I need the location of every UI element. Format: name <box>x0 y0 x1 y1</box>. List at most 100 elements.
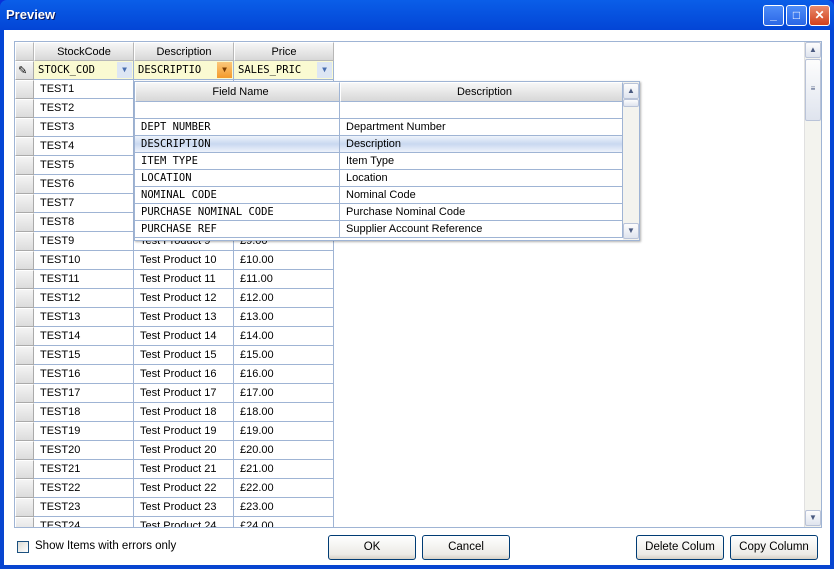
scroll-up-icon[interactable]: ▲ <box>623 83 639 99</box>
dropdown-option[interactable]: Nominal Code <box>340 187 623 204</box>
grid-cell[interactable]: TEST3 <box>34 118 134 137</box>
grid-cell[interactable]: TEST6 <box>34 175 134 194</box>
row-selector[interactable] <box>15 498 34 517</box>
grid-cell[interactable]: Test Product 17 <box>134 384 234 403</box>
row-selector[interactable] <box>15 403 34 422</box>
grid-cell[interactable]: TEST21 <box>34 460 134 479</box>
grid-cell[interactable]: £16.00 <box>234 365 334 384</box>
dropdown-option[interactable]: Item Type <box>340 153 623 170</box>
row-selector[interactable] <box>15 365 34 384</box>
vertical-scrollbar[interactable]: ▲ ≡ ▼ <box>804 42 821 527</box>
row-selector[interactable] <box>15 213 34 232</box>
column-mapping-select[interactable]: SALES_PRIC ▼ <box>234 61 334 80</box>
grid-cell[interactable]: £10.00 <box>234 251 334 270</box>
grid-cell[interactable]: Test Product 14 <box>134 327 234 346</box>
dropdown-option[interactable]: Location <box>340 170 623 187</box>
grid-cell[interactable]: TEST24 <box>34 517 134 527</box>
row-selector[interactable] <box>15 327 34 346</box>
row-selector[interactable] <box>15 479 34 498</box>
grid-cell[interactable]: £21.00 <box>234 460 334 479</box>
grid-cell[interactable]: £11.00 <box>234 270 334 289</box>
row-selector[interactable] <box>15 346 34 365</box>
grid-cell[interactable]: Test Product 15 <box>134 346 234 365</box>
cancel-button[interactable]: Cancel <box>422 535 510 560</box>
grid-cell[interactable]: TEST2 <box>34 99 134 118</box>
row-selector[interactable] <box>15 80 34 99</box>
grid-cell[interactable]: £15.00 <box>234 346 334 365</box>
ok-button[interactable]: OK <box>328 535 416 560</box>
dropdown-option[interactable] <box>135 102 340 119</box>
delete-column-button[interactable]: Delete Colum <box>636 535 724 560</box>
dropdown-option[interactable]: NOMINAL CODE <box>135 187 340 204</box>
row-selector[interactable] <box>15 175 34 194</box>
dropdown-arrow-icon[interactable]: ▼ <box>117 62 132 78</box>
dropdown-option[interactable]: Purchase Nominal Code <box>340 204 623 221</box>
dropdown-option[interactable]: DESCRIPTION <box>135 136 340 153</box>
dropdown-option[interactable]: Department Number <box>340 119 623 136</box>
copy-column-button[interactable]: Copy Column <box>730 535 818 560</box>
column-mapping-select[interactable]: STOCK_COD ▼ <box>34 61 134 80</box>
grid-cell[interactable]: £23.00 <box>234 498 334 517</box>
row-selector[interactable] <box>15 460 34 479</box>
grid-cell[interactable]: £24.00 <box>234 517 334 527</box>
minimize-button[interactable]: _ <box>763 5 784 26</box>
grid-cell[interactable]: Test Product 18 <box>134 403 234 422</box>
grid-cell[interactable]: £20.00 <box>234 441 334 460</box>
grid-cell[interactable]: TEST11 <box>34 270 134 289</box>
grid-cell[interactable]: Test Product 24 <box>134 517 234 527</box>
grid-cell[interactable]: TEST1 <box>34 80 134 99</box>
column-header-stockcode[interactable]: StockCode <box>34 42 134 61</box>
grid-cell[interactable]: Test Product 23 <box>134 498 234 517</box>
grid-cell[interactable]: TEST18 <box>34 403 134 422</box>
dropdown-arrow-icon[interactable]: ▼ <box>317 62 332 78</box>
grid-cell[interactable]: TEST5 <box>34 156 134 175</box>
grid-cell[interactable]: TEST13 <box>34 308 134 327</box>
dropdown-option[interactable]: PURCHASE REF <box>135 221 340 238</box>
row-selector[interactable] <box>15 251 34 270</box>
dropdown-arrow-icon[interactable]: ▼ <box>217 62 232 78</box>
grid-cell[interactable]: Test Product 13 <box>134 308 234 327</box>
grid-cell[interactable]: Test Product 21 <box>134 460 234 479</box>
errors-only-checkbox[interactable] <box>17 541 29 553</box>
grid-cell[interactable]: TEST4 <box>34 137 134 156</box>
scroll-thumb[interactable] <box>623 99 639 107</box>
grid-cell[interactable]: TEST12 <box>34 289 134 308</box>
grid-cell[interactable]: TEST20 <box>34 441 134 460</box>
scroll-thumb[interactable]: ≡ <box>805 59 821 121</box>
grid-cell[interactable]: £14.00 <box>234 327 334 346</box>
grid-cell[interactable]: TEST17 <box>34 384 134 403</box>
row-selector[interactable] <box>15 99 34 118</box>
row-selector[interactable] <box>15 118 34 137</box>
grid-cell[interactable]: Test Product 22 <box>134 479 234 498</box>
grid-cell[interactable]: TEST8 <box>34 213 134 232</box>
row-selector[interactable] <box>15 194 34 213</box>
grid-cell[interactable]: TEST16 <box>34 365 134 384</box>
scroll-down-icon[interactable]: ▼ <box>623 223 639 239</box>
grid-cell[interactable]: Test Product 19 <box>134 422 234 441</box>
grid-cell[interactable]: TEST7 <box>34 194 134 213</box>
grid-cell[interactable]: Test Product 20 <box>134 441 234 460</box>
grid-cell[interactable]: £18.00 <box>234 403 334 422</box>
row-selector[interactable] <box>15 270 34 289</box>
grid-cell[interactable]: £19.00 <box>234 422 334 441</box>
scroll-down-icon[interactable]: ▼ <box>805 510 821 526</box>
grid-cell[interactable]: TEST22 <box>34 479 134 498</box>
grid-cell[interactable]: Test Product 10 <box>134 251 234 270</box>
scroll-up-icon[interactable]: ▲ <box>805 42 821 58</box>
dropdown-option[interactable]: LOCATION <box>135 170 340 187</box>
dropdown-scrollbar[interactable]: ▲ ▼ <box>623 82 639 240</box>
dropdown-option[interactable]: Supplier Account Reference <box>340 221 623 238</box>
grid-cell[interactable]: £13.00 <box>234 308 334 327</box>
grid-cell[interactable]: TEST23 <box>34 498 134 517</box>
row-selector[interactable] <box>15 289 34 308</box>
column-header-price[interactable]: Price <box>234 42 334 61</box>
row-selector[interactable] <box>15 308 34 327</box>
grid-cell[interactable]: £17.00 <box>234 384 334 403</box>
column-header-description[interactable]: Description <box>134 42 234 61</box>
row-selector[interactable] <box>15 441 34 460</box>
dropdown-option[interactable]: ITEM TYPE <box>135 153 340 170</box>
column-mapping-select[interactable]: DESCRIPTIO ▼ <box>134 61 234 80</box>
row-selector[interactable] <box>15 156 34 175</box>
grid-cell[interactable]: £12.00 <box>234 289 334 308</box>
close-button[interactable]: ✕ <box>809 5 830 26</box>
